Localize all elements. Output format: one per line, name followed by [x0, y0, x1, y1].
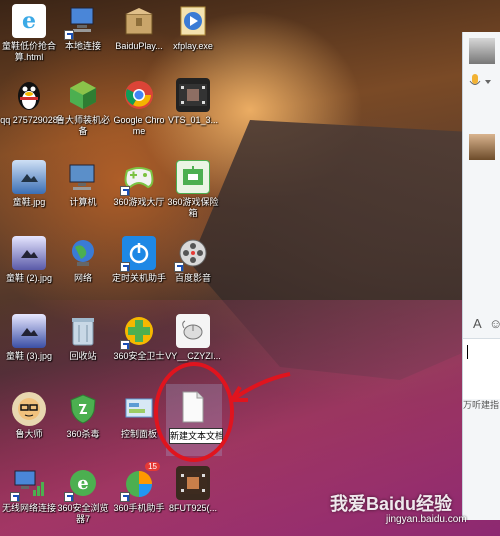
image-file-icon — [12, 314, 46, 348]
desktop-icon-360-safe[interactable]: 360安全卫士 — [110, 314, 168, 362]
shortcut-arrow-icon — [120, 262, 130, 272]
chat-input[interactable] — [463, 338, 500, 399]
network-connection-icon — [64, 4, 100, 40]
desktop-icon-local-connection[interactable]: 本地连接 — [54, 4, 112, 52]
annotation-circle-arrow — [154, 362, 291, 462]
image-file-icon — [12, 160, 46, 194]
chat-window[interactable]: A ☺ 万听建指 — [462, 32, 500, 520]
baidu-watermark-url: jingyan.baidu.com — [386, 514, 467, 525]
recycle-bin-icon — [66, 314, 100, 348]
chrome-icon — [122, 78, 156, 112]
desktop-icon-html-shortcut[interactable]: e 童鞋低价抢合算.html — [0, 4, 58, 63]
desktop-icon-vy-file[interactable]: VY__CZYZI... — [164, 314, 222, 362]
xfplay-icon — [176, 4, 210, 38]
power-icon — [120, 236, 156, 272]
desktop-icon-qq[interactable]: qq 275729028 — [0, 78, 58, 126]
shortcut-arrow-icon — [64, 30, 74, 40]
desktop-icon-computer[interactable]: 计算机 — [54, 160, 112, 208]
desktop-icon-ludashi[interactable]: 鲁大师 — [0, 392, 58, 440]
ludashi-icon — [12, 392, 46, 426]
desktop-icon-shoes-3-jpg[interactable]: 童鞋 (3).jpg — [0, 314, 58, 362]
desktop-icon-ludashi-install[interactable]: 鲁大师装机必备 — [54, 78, 112, 137]
game-controller-icon — [120, 160, 156, 196]
chat-avatar — [463, 132, 500, 162]
360-browser-icon: e — [64, 466, 100, 502]
globe-network-icon — [66, 236, 100, 270]
desktop-icon-shoes-jpg[interactable]: 童鞋.jpg — [0, 160, 58, 208]
computer-icon — [66, 160, 100, 194]
shield-icon — [66, 392, 100, 426]
desktop-icon-timed-shutdown[interactable]: 定时关机助手 — [110, 236, 168, 284]
shortcut-arrow-icon — [10, 492, 20, 502]
ie-document-icon: e — [12, 4, 46, 38]
desktop-icon-360-antivirus[interactable]: 360杀毒 — [54, 392, 112, 440]
video-file-icon — [176, 466, 210, 500]
desktop-icon-wireless[interactable]: 无线网络连接 — [0, 466, 58, 514]
mouse-icon — [176, 314, 210, 348]
desktop-icon-baidu-video[interactable]: 百度影音 — [164, 236, 222, 284]
shortcut-arrow-icon — [174, 262, 184, 272]
desktop-icon-8fut-file[interactable]: 8FUT925(... — [164, 466, 222, 514]
shortcut-arrow-icon — [64, 492, 74, 502]
microphone-icon[interactable] — [463, 72, 500, 92]
desktop-icon-xfplay[interactable]: xfplay.exe — [164, 4, 222, 52]
wireless-network-icon — [10, 466, 46, 502]
desktop-icon-network[interactable]: 网络 — [54, 236, 112, 284]
film-reel-icon — [174, 236, 210, 272]
image-file-icon — [12, 236, 46, 270]
shortcut-arrow-icon — [120, 340, 130, 350]
desktop-icon-chrome[interactable]: Google Chrome — [110, 78, 168, 137]
desktop-icon-360-game-hall[interactable]: 360游戏大厅 — [110, 160, 168, 208]
desktop-icon-shoes-2-jpg[interactable]: 童鞋 (2).jpg — [0, 236, 58, 284]
chat-hint: 万听建指 — [463, 400, 500, 410]
desktop-icon-360-game-safe[interactable]: 360游戏保险箱 — [164, 160, 222, 219]
desktop-icon-recycle-bin[interactable]: 回收站 — [54, 314, 112, 362]
baidu-player-icon — [122, 4, 156, 38]
emoji-icon[interactable]: ☺ — [489, 316, 500, 331]
desktop-icon-360-browser[interactable]: e 360安全浏览器7 — [54, 466, 112, 525]
chat-avatar — [463, 36, 500, 66]
360-mobile-icon: 15 — [120, 462, 160, 502]
svg-text:e: e — [77, 473, 88, 494]
desktop-icon-baiduplayer[interactable]: BaiduPlay... — [110, 4, 168, 52]
video-file-icon — [176, 78, 210, 112]
chat-toolbar: A ☺ — [463, 314, 500, 334]
ludashi-install-icon — [66, 78, 100, 112]
qq-penguin-icon — [12, 78, 46, 112]
shortcut-arrow-icon — [120, 186, 130, 196]
360-plus-icon — [120, 314, 156, 350]
game-safe-icon — [176, 160, 210, 194]
desktop-icon-360-mobile[interactable]: 15 360手机助手 — [110, 462, 168, 514]
desktop-icon-vts-file[interactable]: VTS_01_3... — [164, 78, 222, 126]
shortcut-arrow-icon — [120, 492, 130, 502]
baidu-watermark: 我爱Baidu经验 — [330, 494, 453, 514]
font-icon[interactable]: A — [473, 316, 482, 331]
desktop[interactable]: e 童鞋低价抢合算.html qq 275729028 童鞋.jpg 童鞋 (2… — [0, 0, 500, 536]
